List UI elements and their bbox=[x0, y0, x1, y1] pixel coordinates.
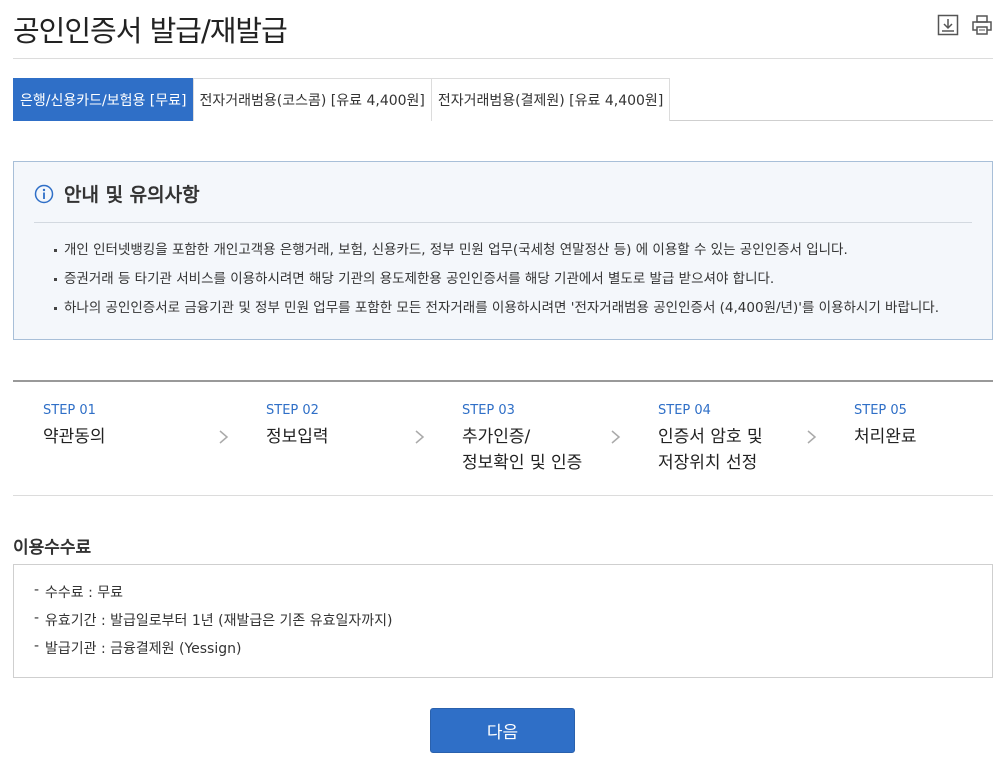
page-header: 공인인증서 발급/재발급 bbox=[13, 0, 993, 59]
chevron-right-icon bbox=[415, 430, 425, 444]
step-number: STEP 01 bbox=[43, 403, 96, 418]
info-icon bbox=[34, 184, 54, 203]
fee-section-title: 이용수수료 bbox=[13, 538, 92, 558]
download-icon[interactable] bbox=[937, 14, 959, 36]
notice-box: 안내 및 유의사항 개인 인터넷뱅킹을 포함한 개인고객용 은행거래, 보험, … bbox=[13, 161, 993, 340]
fee-box: 수수료 : 무료 유효기간 : 발급일로부터 1년 (재발급은 기존 유효일자까… bbox=[13, 564, 993, 678]
notice-header: 안내 및 유의사항 bbox=[34, 180, 200, 207]
step-number: STEP 03 bbox=[462, 403, 515, 418]
notice-item: 개인 인터넷뱅킹을 포함한 개인고객용 은행거래, 보험, 신용카드, 정부 민… bbox=[52, 240, 939, 269]
fee-item: 발급기관 : 금융결제원 (Yessign) bbox=[34, 636, 992, 667]
notice-divider bbox=[34, 222, 972, 223]
step-5: STEP 05 처리완료 bbox=[854, 402, 917, 450]
chevron-right-icon bbox=[611, 430, 621, 444]
step-number: STEP 02 bbox=[266, 403, 319, 418]
chevron-right-icon bbox=[807, 430, 817, 444]
notice-list: 개인 인터넷뱅킹을 포함한 개인고객용 은행거래, 보험, 신용카드, 정부 민… bbox=[52, 240, 939, 327]
notice-item: 증권거래 등 타기관 서비스를 이용하시려면 해당 기관의 용도제한용 공인인증… bbox=[52, 269, 939, 298]
step-label: 처리완료 bbox=[854, 427, 917, 447]
step-label: 추가인증/ 정보확인 및 인증 bbox=[462, 427, 583, 473]
notice-title: 안내 및 유의사항 bbox=[64, 184, 200, 206]
tab-bar: 은행/신용카드/보험용 [무료] 전자거래범용(코스콤) [유료 4,400원]… bbox=[13, 78, 993, 121]
step-label: 인증서 암호 및 저장위치 선정 bbox=[658, 427, 763, 473]
page-title: 공인인증서 발급/재발급 bbox=[13, 14, 288, 48]
step-4: STEP 04 인증서 암호 및 저장위치 선정 bbox=[658, 402, 763, 476]
step-indicator: STEP 01 약관동의 STEP 02 정보입력 STEP 03 추가인증/ … bbox=[13, 380, 993, 496]
step-3: STEP 03 추가인증/ 정보확인 및 인증 bbox=[462, 402, 582, 476]
header-icons bbox=[937, 14, 993, 36]
next-button[interactable]: 다음 bbox=[430, 708, 575, 753]
step-number: STEP 04 bbox=[658, 403, 711, 418]
tab-koscom[interactable]: 전자거래범용(코스콤) [유료 4,400원] bbox=[192, 78, 432, 121]
step-label: 정보입력 bbox=[266, 427, 329, 447]
step-number: STEP 05 bbox=[854, 403, 907, 418]
tab-kftc[interactable]: 전자거래범용(결제원) [유료 4,400원] bbox=[430, 78, 671, 121]
step-1: STEP 01 약관동의 bbox=[43, 402, 106, 450]
step-2: STEP 02 정보입력 bbox=[266, 402, 329, 450]
notice-item: 하나의 공인인증서로 금융기관 및 정부 민원 업무를 포함한 모든 전자거래를… bbox=[52, 298, 939, 327]
fee-item: 수수료 : 무료 bbox=[34, 580, 992, 611]
tab-bank[interactable]: 은행/신용카드/보험용 [무료] bbox=[13, 78, 194, 121]
fee-item: 유효기간 : 발급일로부터 1년 (재발급은 기존 유효일자까지) bbox=[34, 608, 992, 639]
print-icon[interactable] bbox=[971, 14, 993, 36]
step-label: 약관동의 bbox=[43, 427, 106, 447]
chevron-right-icon bbox=[219, 430, 229, 444]
